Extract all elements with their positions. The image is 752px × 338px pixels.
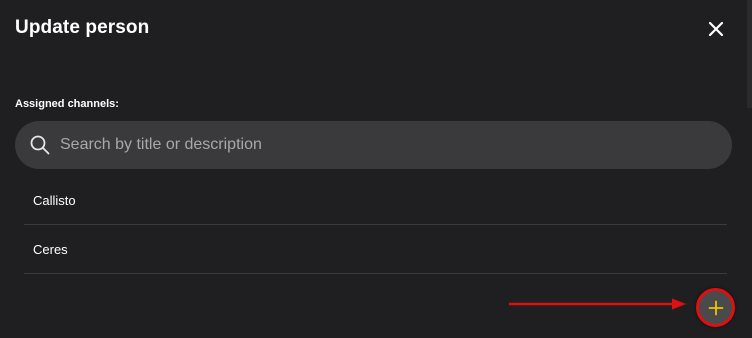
dialog-title: Update person bbox=[15, 17, 150, 38]
channel-search[interactable] bbox=[15, 120, 732, 170]
search-input[interactable] bbox=[58, 120, 732, 170]
add-channel-button[interactable] bbox=[696, 288, 735, 327]
search-icon bbox=[28, 133, 52, 157]
dialog-edge bbox=[747, 0, 752, 108]
close-icon bbox=[708, 21, 724, 37]
list-item[interactable]: Callisto bbox=[24, 176, 727, 225]
assigned-channels-list: Callisto Ceres bbox=[24, 176, 727, 274]
plus-icon bbox=[708, 300, 723, 315]
annotation-arrow bbox=[508, 298, 686, 310]
list-item[interactable]: Ceres bbox=[24, 225, 727, 274]
assigned-channels-label: Assigned channels: bbox=[15, 98, 119, 110]
close-button[interactable] bbox=[703, 16, 729, 42]
update-person-dialog: Update person Assigned channels: Callist… bbox=[0, 0, 752, 338]
